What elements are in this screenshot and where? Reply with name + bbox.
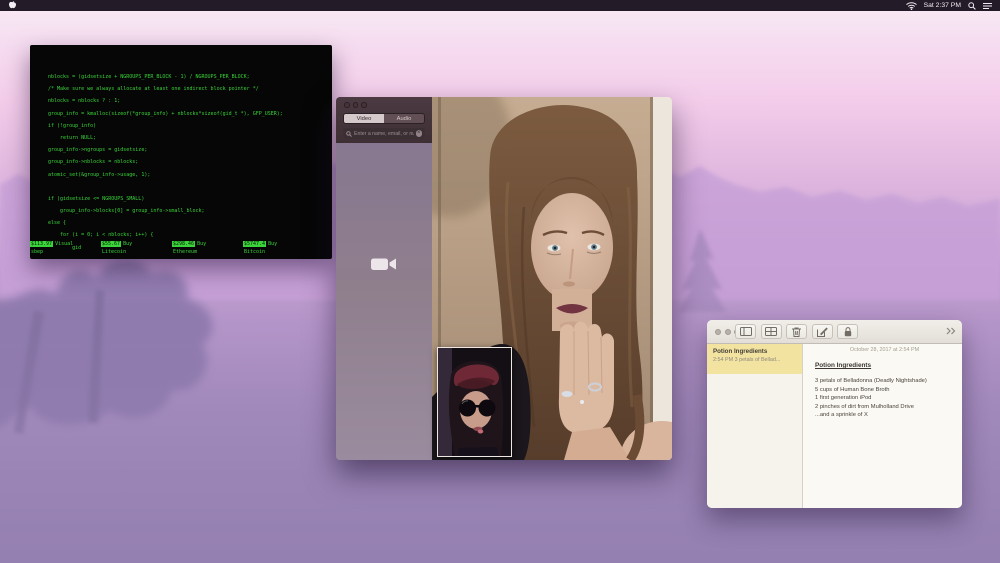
minimize-button[interactable]: [353, 102, 359, 108]
note-body-line: ...and a sprinkle of X: [815, 411, 954, 420]
terminal-code-line: else {: [48, 217, 328, 229]
terminal-code-line: [48, 181, 328, 193]
notes-grid-button[interactable]: [761, 324, 782, 339]
note-item-preview: 2:54 PM 3 petals of Bellad...: [713, 357, 797, 363]
ticker-action-label[interactable]: Buy: [195, 241, 206, 247]
delete-note-button[interactable]: [786, 324, 807, 339]
terminal-code: nblocks = (gidsetsize + NGROUPS_PER_BLOC…: [30, 45, 332, 254]
note-editor[interactable]: October 28, 2017 at 2:54 PM Potion Ingre…: [803, 344, 962, 508]
desktop: Sat 2:37 PM nblocks = (gidsetsize + NGRO…: [0, 0, 1000, 563]
terminal-code-line: if (gidsetsize <= NGROUPS_SMALL): [48, 193, 328, 205]
terminal-code-line: nblocks = nblocks ? : 1;: [48, 95, 328, 107]
facetime-window[interactable]: Video Audio ×: [336, 97, 672, 460]
facetime-sidebar-body: [336, 143, 432, 460]
video-camera-icon: [371, 255, 397, 273]
terminal-code-line: atomic_set(&group_info->usage, 1);: [48, 169, 328, 181]
terminal-status-bar: $113.97Visual sbep $55.67Buy Litecoin $2…: [30, 240, 332, 256]
ticker-coin-name: Ethereum: [172, 248, 243, 256]
overflow-chevrons-icon[interactable]: [946, 327, 956, 335]
ticker-item[interactable]: $298.46Buy Ethereum: [172, 240, 243, 256]
note-body-line: 3 petals of Belladonna (Deadly Nightshad…: [815, 377, 954, 386]
notification-center-icon[interactable]: [983, 2, 992, 10]
ticker-action-label[interactable]: Buy: [121, 241, 132, 247]
ticker-item[interactable]: $113.97Visual sbep: [30, 240, 101, 256]
clear-search-icon[interactable]: ×: [416, 130, 423, 137]
note-list-item[interactable]: Potion Ingredients 2:54 PM 3 petals of B…: [707, 344, 802, 374]
terminal-code-line: if (!group_info): [48, 120, 328, 132]
minimize-button[interactable]: [725, 329, 731, 335]
tab-audio[interactable]: Audio: [384, 114, 424, 123]
sidebar-toggle-button[interactable]: [735, 324, 756, 339]
terminal-code-line: group_info->nblocks = nblocks;: [48, 156, 328, 168]
notes-list: Potion Ingredients 2:54 PM 3 petals of B…: [707, 344, 803, 508]
ticker-price-badge: $55.67: [101, 241, 121, 247]
ticker-item[interactable]: $55.67Buy Litecoin: [101, 240, 172, 256]
terminal-code-line: /* Make sure we always allocate at least…: [48, 83, 328, 95]
video-audio-segmented-control: Video Audio: [343, 113, 425, 124]
zoom-button[interactable]: [361, 102, 367, 108]
close-button[interactable]: [344, 102, 350, 108]
facetime-sidebar: Video Audio ×: [336, 97, 432, 460]
apple-menu-icon[interactable]: [8, 1, 17, 10]
notes-grid-icon: [765, 327, 777, 336]
notes-window[interactable]: Potion Ingredients 2:54 PM 3 petals of B…: [707, 320, 962, 508]
terminal-window[interactable]: nblocks = (gidsetsize + NGROUPS_PER_BLOC…: [30, 45, 332, 259]
facetime-titlebar: Video Audio ×: [336, 97, 432, 143]
ticker-price-badge: $5747.4: [243, 241, 266, 247]
spotlight-search-icon[interactable]: [968, 2, 976, 10]
menubar-clock[interactable]: Sat 2:37 PM: [924, 2, 961, 9]
note-body-line: 5 cups of Human Bone Broth: [815, 386, 954, 395]
sidebar-toggle-icon: [740, 327, 752, 336]
new-note-button[interactable]: [812, 324, 833, 339]
ticker-coin-name: Bitcoin: [243, 248, 314, 256]
ticker-action-label[interactable]: Visual: [53, 241, 73, 247]
note-item-title: Potion Ingredients: [713, 348, 797, 355]
search-input[interactable]: [354, 131, 414, 137]
tab-video[interactable]: Video: [344, 114, 384, 123]
compose-icon: [817, 327, 828, 337]
menubar: Sat 2:37 PM: [0, 0, 1000, 11]
trash-icon: [792, 327, 801, 337]
terminal-code-line: return NULL;: [48, 132, 328, 144]
search-icon: [346, 131, 352, 137]
notes-toolbar: [707, 320, 962, 344]
close-button[interactable]: [715, 329, 721, 335]
note-title: Potion Ingredients: [815, 362, 954, 369]
pip-video[interactable]: [437, 347, 512, 457]
lock-note-button[interactable]: [837, 324, 858, 339]
ticker-action-label[interactable]: Buy: [266, 241, 277, 247]
note-body-line: 1 first generation iPod: [815, 394, 954, 403]
terminal-code-line: group_info->blocks[0] = group_info->smal…: [48, 205, 328, 217]
lock-icon: [844, 327, 852, 337]
terminal-code-line: group_info->ngroups = gidsetsize;: [48, 144, 328, 156]
terminal-code-line: group_info = kmalloc(sizeof(*group_info)…: [48, 108, 328, 120]
ticker-price-badge: $298.46: [172, 241, 195, 247]
search-field[interactable]: ×: [343, 128, 425, 139]
ticker-item[interactable]: $5747.4Buy Bitcoin: [243, 240, 314, 256]
note-body: 3 petals of Belladonna (Deadly Nightshad…: [815, 377, 954, 420]
note-date: October 28, 2017 at 2:54 PM: [815, 347, 954, 353]
note-body-line: 2 pinches of dirt from Mulholland Drive: [815, 403, 954, 412]
ticker-price-badge: $113.97: [30, 241, 53, 247]
wifi-icon[interactable]: [906, 2, 917, 10]
ticker-coin-name: Litecoin: [101, 248, 172, 256]
ticker-coin-name: sbep: [30, 248, 101, 256]
terminal-code-line: nblocks = (gidsetsize + NGROUPS_PER_BLOC…: [48, 71, 328, 83]
